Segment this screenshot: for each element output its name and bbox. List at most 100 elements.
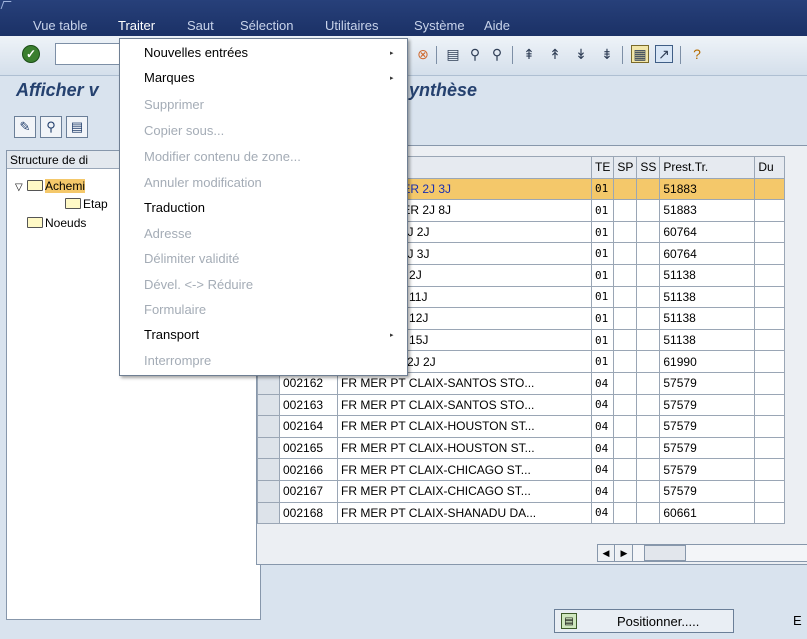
row-selector[interactable] [257,393,280,417]
folder-icon [65,198,81,209]
row-selector[interactable] [257,415,280,438]
help-icon[interactable]: ? [688,45,706,63]
menu-saut[interactable]: Saut [187,18,214,33]
menu-utilitaires[interactable]: Utilitaires [325,18,378,33]
tree-node-label: Achemi [45,179,86,193]
menu-item-traduction[interactable]: Traduction [144,200,205,215]
command-field[interactable] [55,43,123,65]
column-header-sp[interactable]: SP [613,156,638,179]
table-row[interactable]: 002166 FR MER PT CLAIX-CHICAGO ST... 04 575… [257,458,786,481]
row-selector[interactable] [257,501,280,525]
cell-ss [636,350,661,373]
horizontal-scrollbar[interactable]: ◀ ▶ [597,544,807,562]
cell-sp [613,350,638,373]
cell-ss [636,479,661,503]
row-selector[interactable] [257,479,280,503]
cell-prest-tr: 51138 [659,328,756,352]
print-icon[interactable]: ▤ [444,45,462,63]
cell-te: 04 [590,479,615,503]
cell-ss [636,371,661,395]
cell-te: 01 [590,199,615,222]
cell-sp [613,285,638,309]
menu-item-transport[interactable]: Transport [144,327,199,342]
cell-ss [636,177,661,201]
find-next-icon[interactable]: ⚲ [488,45,506,63]
previous-page-icon[interactable]: ↟ [546,45,564,63]
position-button[interactable]: ▤ Positionner..... [554,609,734,633]
table-row[interactable]: 002164 FR MER PT CLAIX-HOUSTON ST... 04 575… [257,415,786,438]
cell-te: 04 [590,501,615,525]
cell-du [754,458,786,481]
folder-open-icon [27,180,43,191]
menu-vue-table[interactable]: Vue table [33,18,87,33]
cell-sp [613,242,638,265]
cell-prest-tr: 60764 [659,220,756,244]
cell-sp [613,177,638,201]
toolbar-separator [512,46,513,64]
table-row[interactable]: 002167 FR MER PT CLAIX-CHICAGO ST... 04 575… [257,479,786,503]
column-header-du[interactable]: Du [754,156,786,179]
row-selector[interactable] [257,458,280,481]
cell-du [754,285,786,309]
menu-aide[interactable]: Aide [484,18,510,33]
cell-du [754,242,786,265]
table-row[interactable]: 002163 FR MER PT CLAIX-SANTOS STO... 04 575… [257,393,786,417]
last-page-icon[interactable]: ⇟ [598,45,616,63]
menu-item-marques[interactable]: Marques [144,70,195,85]
cell-description: FR MER PT CLAIX-SHANADU DA... [337,501,592,525]
cell-sp [613,220,638,244]
details-list-icon[interactable]: ▤ [66,116,88,138]
cell-te: 01 [590,177,615,201]
cell-te: 04 [590,436,615,460]
create-session-icon[interactable]: ▦ [631,45,649,63]
cell-te: 01 [590,350,615,373]
tree-node-noeuds[interactable]: Noeuds [27,214,86,232]
cell-ss [636,458,661,481]
menu-item-modifier-contenu-de-zone: Modifier contenu de zone... [144,149,301,164]
edit-pencil-icon[interactable]: ✎ [14,116,36,138]
cell-te: 01 [590,307,615,330]
tree-node-label: Noeuds [45,216,87,230]
cell-te: 04 [590,415,615,438]
shortcut-icon[interactable]: ↗ [655,45,673,63]
cell-te: 01 [590,285,615,309]
cancel-icon[interactable]: ⊗ [414,45,432,63]
tree-node-etapes[interactable]: Etap [65,195,108,213]
toolbar-separator [436,46,437,64]
display-magnifier-icon[interactable]: ⚲ [40,116,62,138]
table-row[interactable]: 002168 FR MER PT CLAIX-SHANADU DA... 04 606… [257,501,786,525]
first-page-icon[interactable]: ⇞ [520,45,538,63]
cell-te: 01 [590,263,615,287]
menu-traiter[interactable]: Traiter [118,18,155,33]
toolbar-separator [622,46,623,64]
cell-sp [613,458,638,481]
column-header-te[interactable]: TE [590,156,615,179]
cell-ss [636,263,661,287]
position-icon: ▤ [561,613,577,629]
scroll-left-arrow-icon[interactable]: ◀ [598,545,615,561]
next-page-icon[interactable]: ↡ [572,45,590,63]
cell-sp [613,415,638,438]
cell-description: FR MER PT CLAIX-HOUSTON ST... [337,436,592,460]
row-selector[interactable] [257,436,280,460]
cell-id: 002167 [279,479,338,503]
scrollbar-thumb[interactable] [644,545,686,561]
cell-te: 01 [590,220,615,244]
menu-selection[interactable]: Sélection [240,18,293,33]
checkmark-icon[interactable]: ✓ [22,45,40,63]
tree-node-acheminement[interactable]: ▽ Achemi [15,177,86,197]
column-header-prest-tr[interactable]: Prest.Tr. [659,156,756,179]
find-icon[interactable]: ⚲ [466,45,484,63]
column-header-ss[interactable]: SS [636,156,661,179]
cell-prest-tr: 57579 [659,458,756,481]
cell-prest-tr: 57579 [659,479,756,503]
table-row[interactable]: 002165 FR MER PT CLAIX-HOUSTON ST... 04 575… [257,436,786,460]
menu-item-nouvelles-entr-es[interactable]: Nouvelles entrées [144,45,248,60]
expand-triangle-icon[interactable]: ▽ [15,179,27,197]
scroll-right-arrow-icon[interactable]: ▶ [616,545,633,561]
menu-systeme[interactable]: Système [414,18,465,33]
cell-sp [613,501,638,525]
cell-prest-tr: 60764 [659,242,756,265]
cell-ss [636,393,661,417]
menu-item-interrompre: Interrompre [144,353,212,368]
